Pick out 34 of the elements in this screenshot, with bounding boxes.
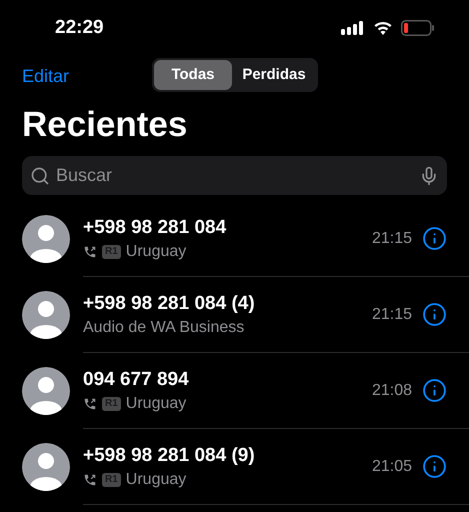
signal-icon (341, 21, 365, 35)
battery-icon (401, 20, 435, 36)
status-time: 22:29 (55, 16, 105, 40)
page-title: Recientes (21, 104, 188, 146)
info-button[interactable] (422, 302, 447, 327)
caller-number: +598 98 281 084 (83, 216, 228, 240)
contact-avatar-icon (22, 291, 70, 339)
segment-tab[interactable]: Perdidas (232, 60, 316, 90)
caller-location: Uruguay (126, 394, 186, 414)
info-button[interactable] (422, 226, 447, 251)
call-time: 21:15 (372, 304, 412, 324)
outgoing-call-icon (83, 244, 97, 258)
caller-location: Uruguay (126, 242, 186, 262)
contact-avatar-icon (22, 367, 70, 415)
call-type-label: Audio de WA Business (83, 318, 246, 338)
segment-tab[interactable]: Todas (154, 60, 232, 90)
contact-avatar-icon (22, 215, 70, 263)
outgoing-call-icon (83, 472, 97, 486)
caller-number: +598 98 281 084 (9) (83, 444, 256, 468)
info-button[interactable] (422, 378, 447, 403)
call-time: 21:15 (372, 228, 412, 248)
search-field[interactable]: Buscar (56, 162, 419, 189)
caller-number: +598 98 281 084 (4) (83, 292, 256, 316)
caller-location: Uruguay (126, 470, 186, 490)
outgoing-call-icon (83, 396, 97, 410)
search-bar[interactable]: Buscar (22, 156, 447, 195)
caller-number: 094 677 894 (83, 368, 190, 392)
info-button[interactable] (422, 454, 447, 479)
call-time: 21:08 (372, 380, 412, 400)
wifi-icon (373, 21, 393, 35)
edit-button[interactable]: Editar (22, 62, 70, 90)
search-icon (30, 166, 50, 186)
call-time: 21:05 (372, 456, 412, 476)
contact-avatar-icon (22, 443, 70, 491)
